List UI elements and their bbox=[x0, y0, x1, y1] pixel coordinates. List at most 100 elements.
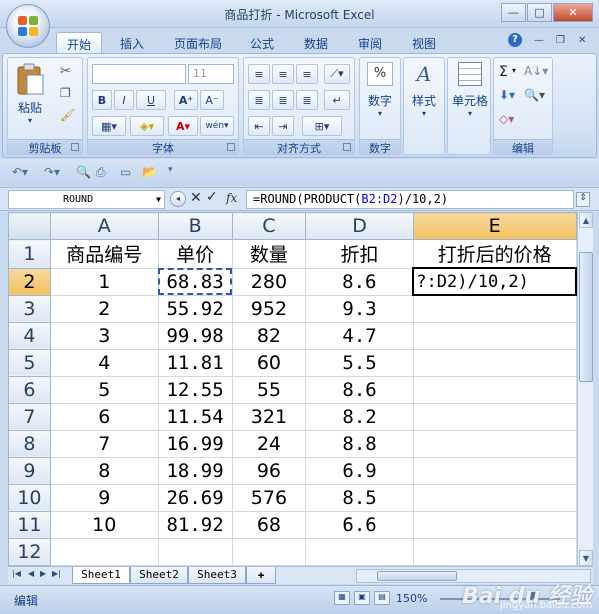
font-name-input[interactable] bbox=[92, 64, 186, 84]
tab-insert[interactable]: 插入 bbox=[112, 32, 152, 53]
cell-d1[interactable]: 折扣 bbox=[305, 239, 414, 269]
align-bottom-icon[interactable]: ≡ bbox=[296, 64, 318, 84]
cell-a2[interactable]: 1 bbox=[49, 267, 159, 296]
cell-d5[interactable]: 5.5 bbox=[305, 348, 414, 377]
grow-font-icon[interactable]: A⁺ bbox=[174, 90, 198, 110]
merge-center-icon[interactable]: ⊞▾ bbox=[302, 116, 342, 136]
scroll-up-icon[interactable]: ▲ bbox=[579, 212, 593, 228]
underline-button[interactable]: U bbox=[136, 90, 166, 110]
vertical-scroll-thumb[interactable] bbox=[579, 252, 593, 382]
row-header[interactable]: 2 bbox=[8, 267, 51, 296]
font-launcher-icon[interactable] bbox=[227, 143, 235, 151]
column-header-e[interactable]: E bbox=[412, 212, 577, 240]
tab-home[interactable]: 开始 bbox=[56, 32, 102, 53]
cell-e7[interactable] bbox=[412, 402, 577, 431]
align-left-icon[interactable]: ≣ bbox=[248, 90, 270, 110]
ribbon-close-icon[interactable]: ✕ bbox=[578, 35, 586, 46]
formula-expand-dots-icon[interactable]: ◂ bbox=[170, 191, 186, 207]
row-header[interactable]: 8 bbox=[8, 429, 51, 458]
cell-d6[interactable]: 8.6 bbox=[305, 375, 414, 404]
cell-a5[interactable]: 4 bbox=[49, 348, 159, 377]
row-header[interactable]: 4 bbox=[8, 321, 51, 350]
cell-e2[interactable]: ?:D2)/10,2) bbox=[412, 267, 577, 296]
cell-c8[interactable]: 24 bbox=[231, 429, 307, 458]
copy-icon[interactable]: ❐ bbox=[60, 86, 71, 100]
cell-c3[interactable]: 952 bbox=[231, 294, 307, 323]
cut-icon[interactable]: ✂ bbox=[60, 64, 71, 79]
tab-review[interactable]: 审阅 bbox=[350, 32, 390, 53]
cell-d9[interactable]: 6.9 bbox=[305, 456, 414, 485]
prev-sheet-icon[interactable]: ◀ bbox=[28, 569, 34, 578]
scroll-down-icon[interactable]: ▼ bbox=[579, 550, 593, 566]
vertical-scrollbar[interactable]: ▲ ▼ bbox=[577, 212, 593, 566]
find-select-icon[interactable]: 🔍▾ bbox=[524, 88, 545, 102]
cell-b1[interactable]: 单价 bbox=[157, 239, 233, 269]
cell-b11[interactable]: 81.92 bbox=[157, 510, 233, 539]
font-size-input[interactable]: 11 bbox=[188, 64, 234, 84]
cell-c12[interactable] bbox=[231, 537, 307, 566]
decrease-indent-icon[interactable]: ⇤ bbox=[248, 116, 270, 136]
cell-a6[interactable]: 5 bbox=[49, 375, 159, 404]
cell-c5[interactable]: 60 bbox=[231, 348, 307, 377]
cell-c1[interactable]: 数量 bbox=[231, 239, 307, 269]
align-center-icon[interactable]: ≣ bbox=[272, 90, 294, 110]
cell-b10[interactable]: 26.69 bbox=[157, 483, 233, 512]
undo-icon[interactable]: ↶▾ bbox=[12, 165, 28, 179]
cell-c6[interactable]: 55 bbox=[231, 375, 307, 404]
row-header[interactable]: 5 bbox=[8, 348, 51, 377]
cell-e9[interactable] bbox=[412, 456, 577, 485]
number-format-button[interactable]: % 数字 ▾ bbox=[363, 62, 397, 118]
cell-d3[interactable]: 9.3 bbox=[305, 294, 414, 323]
cell-a4[interactable]: 3 bbox=[49, 321, 159, 350]
cells-button[interactable]: 单元格 ▾ bbox=[450, 62, 490, 118]
cell-a1[interactable]: 商品编号 bbox=[49, 239, 159, 269]
customize-toolbar-icon[interactable]: ▾ bbox=[168, 165, 173, 175]
fill-color-icon[interactable]: ◈▾ bbox=[130, 116, 164, 136]
cell-d11[interactable]: 6.6 bbox=[305, 510, 414, 539]
tab-page-layout[interactable]: 页面布局 bbox=[166, 32, 230, 53]
page-break-view-icon[interactable]: ▤ bbox=[374, 591, 390, 605]
cell-a8[interactable]: 7 bbox=[49, 429, 159, 458]
row-header[interactable]: 11 bbox=[8, 510, 51, 539]
styles-button[interactable]: A 样式 ▾ bbox=[407, 62, 441, 118]
column-header-a[interactable]: A bbox=[49, 212, 159, 240]
formula-bar-expand-icon[interactable]: ⇕ bbox=[576, 192, 590, 207]
cell-c4[interactable]: 82 bbox=[231, 321, 307, 350]
paste-button[interactable]: 粘贴 ▾ bbox=[12, 62, 48, 125]
fill-icon[interactable]: ⬇▾ bbox=[499, 88, 515, 102]
tab-view[interactable]: 视图 bbox=[404, 32, 444, 53]
tab-data[interactable]: 数据 bbox=[296, 32, 336, 53]
horizontal-scroll-thumb[interactable] bbox=[377, 571, 457, 581]
page-layout-view-icon[interactable]: ▣ bbox=[354, 591, 370, 605]
clear-icon[interactable]: ◇▾ bbox=[499, 112, 514, 126]
clipboard-launcher-icon[interactable] bbox=[71, 143, 79, 151]
italic-button[interactable]: I bbox=[114, 90, 134, 110]
cell-c2[interactable]: 280 bbox=[231, 267, 307, 296]
cell-d4[interactable]: 4.7 bbox=[305, 321, 414, 350]
align-middle-icon[interactable]: ≡ bbox=[272, 64, 294, 84]
insert-sheet-icon[interactable]: ✚ bbox=[246, 567, 276, 584]
autosum-icon[interactable]: Σ bbox=[499, 64, 508, 80]
column-header-d[interactable]: D bbox=[305, 212, 414, 240]
row-header[interactable]: 7 bbox=[8, 402, 51, 431]
autosum-dropdown-icon[interactable]: ▾ bbox=[512, 66, 516, 75]
align-right-icon[interactable]: ≣ bbox=[296, 90, 318, 110]
phonetic-icon[interactable]: wén▾ bbox=[200, 116, 234, 136]
cell-d8[interactable]: 8.8 bbox=[305, 429, 414, 458]
increase-indent-icon[interactable]: ⇥ bbox=[272, 116, 294, 136]
bold-button[interactable]: B bbox=[92, 90, 112, 110]
column-header-b[interactable]: B bbox=[157, 212, 233, 240]
name-box[interactable]: ROUND ▼ bbox=[8, 190, 165, 209]
new-document-icon[interactable]: ▭ bbox=[120, 165, 131, 179]
insert-function-icon[interactable]: fx bbox=[226, 191, 237, 205]
cell-b3[interactable]: 55.92 bbox=[157, 294, 233, 323]
cell-c11[interactable]: 68 bbox=[231, 510, 307, 539]
cell-table[interactable]: A B C D E 1 商品编号 单价 数量 折扣 打折后的价格 2 1 68.83 280 8.6… bbox=[8, 212, 577, 566]
orientation-icon[interactable]: ⟋▾ bbox=[324, 64, 350, 84]
tab-formulas[interactable]: 公式 bbox=[244, 32, 280, 53]
redo-icon[interactable]: ↷▾ bbox=[44, 165, 60, 179]
formula-input[interactable]: =ROUND(PRODUCT(B2:D2)/10,2) bbox=[246, 190, 574, 209]
open-folder-icon[interactable]: 📂 bbox=[142, 165, 157, 179]
cell-a9[interactable]: 8 bbox=[49, 456, 159, 485]
cell-a11[interactable]: 10 bbox=[49, 510, 159, 539]
